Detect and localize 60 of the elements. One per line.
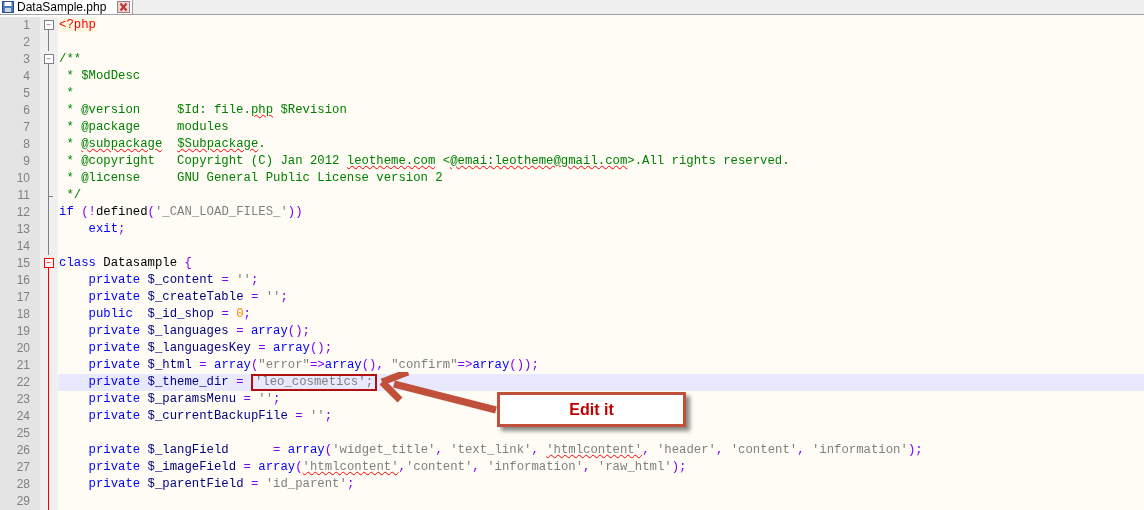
code-line: exit; [87,222,126,236]
line-number: 10 [16,171,30,185]
code-line: /** [59,52,82,66]
line-number: 26 [16,443,30,457]
code-line: * [65,86,74,100]
fold-minus-icon[interactable] [44,20,54,30]
code-line: private $_languages = array(); [87,324,310,338]
line-number: 4 [23,69,30,83]
line-number: 28 [16,477,30,491]
line-number: 24 [16,409,30,423]
code-line: private $_langField = array('widget_title', 'text_link', 'htmlcontent', 'header', 'content', 'information'); [87,443,923,457]
code-line: private $_currentBackupFile = ''; [87,409,333,423]
code-line: private $_parentField = 'id_parent'; [87,477,355,491]
line-number: 12 [16,205,30,219]
code-line: private $_createTable = ''; [87,290,288,304]
code-line: public $_id_shop = 0; [87,307,251,321]
code-line: * @copyright Copyright (C) Jan 2012 leotheme.com <@emai:leotheme@gmail.com>.All rights reserved. [65,154,790,168]
line-number: 8 [23,137,30,151]
code-line: * @package modules [65,120,229,134]
code-line: private $_content = ''; [87,273,259,287]
code-line: * @version $Id: file.php $Revision [65,103,347,117]
line-number: 13 [16,222,30,236]
code-line: * @license GNU General Public License version 2 [65,171,443,185]
fold-minus-icon[interactable] [44,258,54,268]
code-line: private $_theme_dir = 'leo_cosmetics'; [59,375,377,389]
line-number: 14 [16,239,30,253]
line-number: 19 [16,324,30,338]
code-line: private $_imageField = array('htmlcontent','content', 'information', 'raw_html'); [87,460,687,474]
fold-minus-icon[interactable] [44,54,54,64]
line-number: 1 [23,18,30,32]
line-number: 11 [17,188,30,202]
line-number: 29 [16,494,30,508]
line-number: 17 [16,290,30,304]
code-line: * @subpackage $Subpackage. [65,137,266,151]
code-line: private $_paramsMenu = ''; [87,392,281,406]
code-line: if (!defined('_CAN_LOAD_FILES_')) [59,205,303,219]
code-line: private $_html = array("error"=>array(), "confirm"=>array()); [87,358,539,372]
line-number: 18 [16,307,30,321]
line-number: 2 [23,35,30,49]
line-number: 21 [16,358,30,372]
line-number: 25 [16,426,30,440]
line-number: 15 [16,256,30,270]
code-line: * $ModDesc [65,69,141,83]
code-line: private $_languagesKey = array(); [87,341,333,355]
callout-label: Edit it [497,392,686,427]
line-number: 3 [23,52,30,66]
line-number: 9 [23,154,30,168]
line-number: 27 [16,460,30,474]
code-line: class Datasample { [59,256,192,270]
tab-label: DataSample.php [17,0,107,14]
line-number: 22 [16,375,30,389]
code-line: */ [65,188,82,202]
file-tab[interactable]: DataSample.php [0,0,134,14]
line-number: 23 [16,392,30,406]
line-number: 6 [23,103,30,117]
line-number: 7 [23,120,30,134]
line-number: 20 [16,341,30,355]
line-number: 16 [16,273,30,287]
close-icon[interactable] [117,0,131,13]
line-number: 5 [23,86,30,100]
